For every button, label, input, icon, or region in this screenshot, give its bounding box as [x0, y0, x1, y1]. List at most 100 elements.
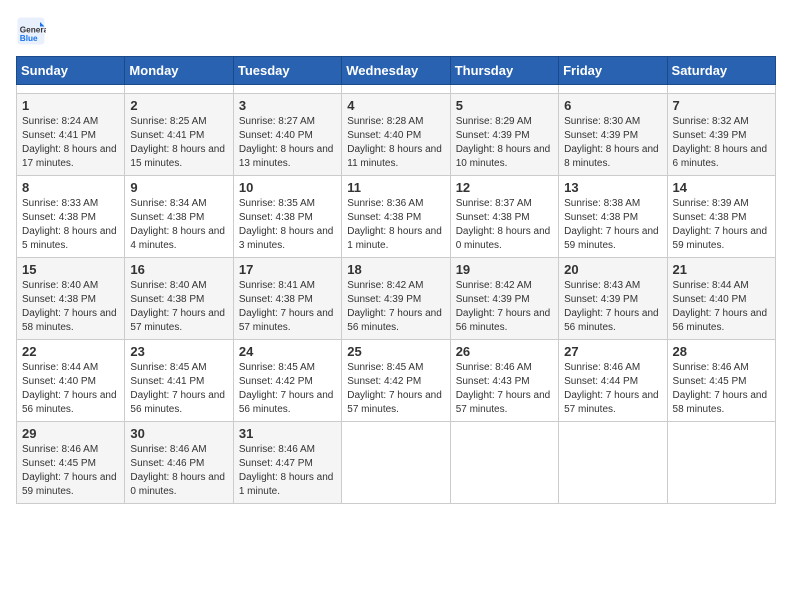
day-number: 18	[347, 262, 444, 277]
day-number: 6	[564, 98, 661, 113]
calendar-cell: 26 Sunrise: 8:46 AMSunset: 4:43 PMDayligh…	[450, 340, 558, 422]
day-info: Sunrise: 8:24 AMSunset: 4:41 PMDaylight:…	[22, 115, 119, 171]
day-number: 5	[456, 98, 553, 113]
svg-text:Blue: Blue	[20, 34, 38, 43]
day-info: Sunrise: 8:38 AMSunset: 4:38 PMDaylight:…	[564, 197, 661, 253]
day-number: 13	[564, 180, 661, 195]
day-number: 30	[130, 426, 227, 441]
calendar-cell: 12 Sunrise: 8:37 AMSunset: 4:38 PMDayligh…	[450, 176, 558, 258]
day-info: Sunrise: 8:27 AMSunset: 4:40 PMDaylight:…	[239, 115, 336, 171]
calendar-cell: 8Sunrise: 8:33 AMSunset: 4:38 PMDaylight…	[17, 176, 125, 258]
calendar-cell: 17 Sunrise: 8:41 AMSunset: 4:38 PMDayligh…	[233, 258, 341, 340]
day-number: 14	[673, 180, 770, 195]
day-info: Sunrise: 8:46 AMSunset: 4:45 PMDaylight:…	[22, 443, 119, 499]
calendar-cell: 13 Sunrise: 8:38 AMSunset: 4:38 PMDayligh…	[559, 176, 667, 258]
day-info: Sunrise: 8:45 AMSunset: 4:41 PMDaylight:…	[130, 361, 227, 417]
calendar-cell: 11Sunrise: 8:36 AMSunset: 4:38 PMDayligh…	[342, 176, 450, 258]
calendar-body: 1 Sunrise: 8:24 AMSunset: 4:41 PMDaylight…	[17, 85, 776, 504]
calendar-week-row	[17, 85, 776, 94]
day-info: Sunrise: 8:43 AMSunset: 4:39 PMDaylight:…	[564, 279, 661, 335]
calendar-cell: 25Sunrise: 8:45 AMSunset: 4:42 PMDayligh…	[342, 340, 450, 422]
day-number: 20	[564, 262, 661, 277]
day-info: Sunrise: 8:42 AMSunset: 4:39 PMDaylight:…	[456, 279, 553, 335]
calendar-cell: 10 Sunrise: 8:35 AMSunset: 4:38 PMDayligh…	[233, 176, 341, 258]
day-info: Sunrise: 8:35 AMSunset: 4:38 PMDaylight:…	[239, 197, 336, 253]
calendar-cell	[559, 422, 667, 504]
calendar-cell	[450, 422, 558, 504]
day-number: 12	[456, 180, 553, 195]
calendar-header-row: SundayMondayTuesdayWednesdayThursdayFrid…	[17, 57, 776, 85]
day-info: Sunrise: 8:45 AMSunset: 4:42 PMDaylight:…	[239, 361, 336, 417]
day-number: 29	[22, 426, 119, 441]
day-number: 17	[239, 262, 336, 277]
calendar-cell	[667, 422, 775, 504]
calendar-cell: 22Sunrise: 8:44 AMSunset: 4:40 PMDayligh…	[17, 340, 125, 422]
day-info: Sunrise: 8:32 AMSunset: 4:39 PMDaylight:…	[673, 115, 770, 171]
day-of-week-header: Friday	[559, 57, 667, 85]
day-number: 23	[130, 344, 227, 359]
day-info: Sunrise: 8:29 AMSunset: 4:39 PMDaylight:…	[456, 115, 553, 171]
day-number: 7	[673, 98, 770, 113]
day-of-week-header: Wednesday	[342, 57, 450, 85]
calendar-cell: 30Sunrise: 8:46 AMSunset: 4:46 PMDayligh…	[125, 422, 233, 504]
calendar-cell: 24 Sunrise: 8:45 AMSunset: 4:42 PMDayligh…	[233, 340, 341, 422]
calendar-cell: 16Sunrise: 8:40 AMSunset: 4:38 PMDayligh…	[125, 258, 233, 340]
calendar-cell: 5 Sunrise: 8:29 AMSunset: 4:39 PMDaylight…	[450, 94, 558, 176]
calendar-cell: 2Sunrise: 8:25 AMSunset: 4:41 PMDaylight…	[125, 94, 233, 176]
day-info: Sunrise: 8:46 AMSunset: 4:43 PMDaylight:…	[456, 361, 553, 417]
calendar-cell: 19Sunrise: 8:42 AMSunset: 4:39 PMDayligh…	[450, 258, 558, 340]
day-info: Sunrise: 8:39 AMSunset: 4:38 PMDaylight:…	[673, 197, 770, 253]
day-info: Sunrise: 8:44 AMSunset: 4:40 PMDaylight:…	[673, 279, 770, 335]
day-info: Sunrise: 8:40 AMSunset: 4:38 PMDaylight:…	[22, 279, 119, 335]
calendar-cell: 14 Sunrise: 8:39 AMSunset: 4:38 PMDayligh…	[667, 176, 775, 258]
calendar-cell: 20 Sunrise: 8:43 AMSunset: 4:39 PMDayligh…	[559, 258, 667, 340]
day-number: 16	[130, 262, 227, 277]
day-number: 24	[239, 344, 336, 359]
day-info: Sunrise: 8:37 AMSunset: 4:38 PMDaylight:…	[456, 197, 553, 253]
calendar-cell: 29 Sunrise: 8:46 AMSunset: 4:45 PMDayligh…	[17, 422, 125, 504]
day-number: 1	[22, 98, 119, 113]
calendar-cell: 23 Sunrise: 8:45 AMSunset: 4:41 PMDayligh…	[125, 340, 233, 422]
day-number: 15	[22, 262, 119, 277]
day-of-week-header: Monday	[125, 57, 233, 85]
calendar-cell: 6 Sunrise: 8:30 AMSunset: 4:39 PMDaylight…	[559, 94, 667, 176]
calendar-cell	[559, 85, 667, 94]
calendar-cell: 28Sunrise: 8:46 AMSunset: 4:45 PMDayligh…	[667, 340, 775, 422]
day-of-week-header: Tuesday	[233, 57, 341, 85]
logo: General Blue	[16, 16, 50, 46]
calendar-cell	[125, 85, 233, 94]
calendar-week-row: 22Sunrise: 8:44 AMSunset: 4:40 PMDayligh…	[17, 340, 776, 422]
calendar-cell	[667, 85, 775, 94]
day-info: Sunrise: 8:33 AMSunset: 4:38 PMDaylight:…	[22, 197, 119, 253]
day-info: Sunrise: 8:41 AMSunset: 4:38 PMDaylight:…	[239, 279, 336, 335]
day-info: Sunrise: 8:30 AMSunset: 4:39 PMDaylight:…	[564, 115, 661, 171]
day-number: 31	[239, 426, 336, 441]
day-number: 21	[673, 262, 770, 277]
calendar-cell: 15 Sunrise: 8:40 AMSunset: 4:38 PMDayligh…	[17, 258, 125, 340]
day-number: 3	[239, 98, 336, 113]
calendar-cell	[342, 85, 450, 94]
calendar-cell: 9Sunrise: 8:34 AMSunset: 4:38 PMDaylight…	[125, 176, 233, 258]
day-info: Sunrise: 8:36 AMSunset: 4:38 PMDaylight:…	[347, 197, 444, 253]
calendar-cell	[342, 422, 450, 504]
day-number: 26	[456, 344, 553, 359]
day-info: Sunrise: 8:34 AMSunset: 4:38 PMDaylight:…	[130, 197, 227, 253]
day-number: 10	[239, 180, 336, 195]
calendar-cell: 4Sunrise: 8:28 AMSunset: 4:40 PMDaylight…	[342, 94, 450, 176]
day-info: Sunrise: 8:44 AMSunset: 4:40 PMDaylight:…	[22, 361, 119, 417]
calendar-cell: 7 Sunrise: 8:32 AMSunset: 4:39 PMDaylight…	[667, 94, 775, 176]
day-info: Sunrise: 8:46 AMSunset: 4:44 PMDaylight:…	[564, 361, 661, 417]
day-number: 4	[347, 98, 444, 113]
day-of-week-header: Saturday	[667, 57, 775, 85]
calendar-week-row: 15 Sunrise: 8:40 AMSunset: 4:38 PMDayligh…	[17, 258, 776, 340]
calendar-cell	[17, 85, 125, 94]
logo-icon: General Blue	[16, 16, 46, 46]
calendar-cell	[233, 85, 341, 94]
calendar-cell: 27Sunrise: 8:46 AMSunset: 4:44 PMDayligh…	[559, 340, 667, 422]
day-of-week-header: Thursday	[450, 57, 558, 85]
calendar-week-row: 29 Sunrise: 8:46 AMSunset: 4:45 PMDayligh…	[17, 422, 776, 504]
day-info: Sunrise: 8:46 AMSunset: 4:47 PMDaylight:…	[239, 443, 336, 499]
calendar-week-row: 8Sunrise: 8:33 AMSunset: 4:38 PMDaylight…	[17, 176, 776, 258]
day-number: 2	[130, 98, 227, 113]
calendar-cell: 18Sunrise: 8:42 AMSunset: 4:39 PMDayligh…	[342, 258, 450, 340]
